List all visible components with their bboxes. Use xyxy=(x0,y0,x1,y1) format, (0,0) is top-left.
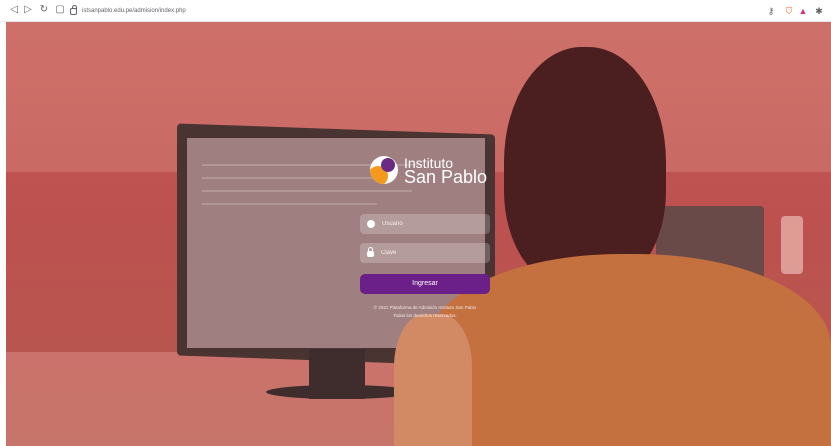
puzzle-icon[interactable]: ✱ xyxy=(814,4,824,18)
copyright-footer: © 2021 Plataforma de Admisión Instituto … xyxy=(350,304,500,320)
url-text: istsanpablo.edu.pe/admision/index.php xyxy=(82,8,186,14)
usuario-input[interactable] xyxy=(382,221,472,227)
person-hair xyxy=(504,47,666,287)
footer-line-1: © 2021 Plataforma de Admisión Instituto … xyxy=(373,305,477,310)
bookmark-icon[interactable]: ▢ xyxy=(54,4,66,16)
reload-icon[interactable]: ↻ xyxy=(38,4,50,16)
ingresar-button[interactable]: Ingresar xyxy=(360,274,490,294)
browser-toolbar: ◁ ▷ ↻ ▢ istsanpablo.edu.pe/admision/inde… xyxy=(0,0,831,22)
hero-background xyxy=(6,22,831,446)
footer-line-2: Todos los derechos reservados. xyxy=(393,313,457,318)
lock-icon xyxy=(70,4,77,15)
clave-field[interactable] xyxy=(360,243,490,263)
screen-line xyxy=(202,203,377,205)
institution-logo: Instituto San Pablo xyxy=(370,156,488,187)
usuario-field[interactable] xyxy=(360,214,490,234)
alert-triangle-icon[interactable]: ▲ xyxy=(798,4,808,18)
brave-shield-icon[interactable]: ⛉ xyxy=(784,4,794,18)
forward-icon[interactable]: ▷ xyxy=(22,4,34,16)
address-bar[interactable]: istsanpablo.edu.pe/admision/index.php xyxy=(70,4,186,18)
water-bottle xyxy=(781,216,803,274)
person-arm xyxy=(394,314,472,446)
screen-line xyxy=(202,190,412,192)
monitor-foot xyxy=(266,385,414,399)
lock-icon xyxy=(367,247,374,257)
screen-line xyxy=(202,177,392,179)
logo-line-2: San Pablo xyxy=(404,167,488,187)
logo-text: Instituto San Pablo xyxy=(404,156,488,187)
logo-mark-icon xyxy=(370,156,398,184)
user-icon xyxy=(367,220,375,228)
back-icon[interactable]: ◁ xyxy=(8,4,20,16)
key-icon[interactable]: ⚷ xyxy=(766,4,776,18)
clave-input[interactable] xyxy=(381,250,471,256)
